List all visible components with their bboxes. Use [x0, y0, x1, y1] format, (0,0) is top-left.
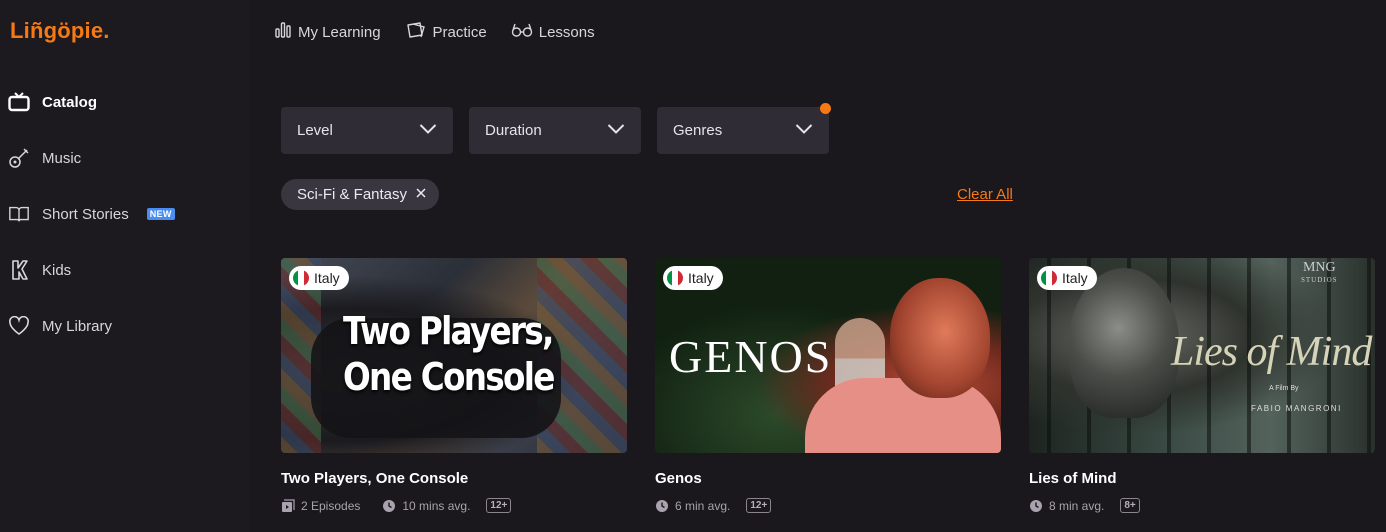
nav-practice[interactable]: Practice	[405, 20, 487, 44]
card-thumbnail[interactable]: GENOS Italy	[655, 258, 1001, 453]
sidebar: Liñgöpie. Catalog Music Short Stories NE…	[0, 0, 250, 532]
chevron-down-icon	[607, 122, 625, 139]
age-rating-badge: 12+	[746, 498, 772, 513]
nav-label: My Learning	[298, 23, 381, 41]
thumbnail-credit: A Film By	[1269, 385, 1299, 392]
duration: 8 min avg.	[1049, 498, 1105, 513]
country-badge: Italy	[663, 266, 723, 290]
italy-flag-icon	[293, 270, 309, 286]
tv-icon	[8, 91, 30, 113]
dropdown-label: Duration	[485, 122, 542, 139]
thumbnail-art	[1069, 268, 1179, 418]
nav-lessons[interactable]: Lessons	[511, 20, 595, 44]
italy-flag-icon	[667, 270, 683, 286]
card-thumbnail[interactable]: Two Players, One Console Italy	[281, 258, 627, 453]
country-label: Italy	[314, 270, 340, 286]
sidebar-item-label: Short Stories	[42, 205, 129, 223]
country-label: Italy	[688, 270, 714, 286]
card-meta: 8 min avg. 8+	[1029, 498, 1375, 513]
top-navigation: My Learning Practice Lessons	[274, 20, 595, 44]
sidebar-item-label: My Library	[42, 317, 113, 335]
close-icon[interactable]	[415, 186, 427, 203]
card-title[interactable]: Lies of Mind	[1029, 470, 1375, 487]
content-card[interactable]: Lies of Mind A Film By FABIO MANGRONI MN…	[1029, 258, 1375, 513]
glasses-icon	[511, 21, 533, 43]
sidebar-item-kids[interactable]: Kids	[8, 256, 71, 284]
content-card[interactable]: GENOS Italy Genos 6 min avg. 12+	[655, 258, 1001, 513]
active-filter-chip[interactable]: Sci-Fi & Fantasy	[281, 179, 440, 210]
age-rating-badge: 8+	[1120, 498, 1140, 513]
duration: 6 min avg.	[675, 498, 731, 513]
sidebar-item-catalog[interactable]: Catalog	[8, 88, 97, 116]
clock-icon	[382, 499, 396, 513]
level-dropdown[interactable]: Level	[281, 107, 453, 154]
content-card[interactable]: Two Players, One Console Italy Two Playe…	[281, 258, 627, 513]
thumbnail-director: FABIO MANGRONI	[1251, 404, 1342, 413]
sidebar-item-label: Catalog	[42, 93, 98, 111]
nav-label: Lessons	[538, 23, 595, 41]
guitar-icon	[8, 147, 30, 169]
genres-dropdown[interactable]: Genres	[657, 103, 831, 154]
thumbnail-art	[805, 378, 1001, 453]
new-badge: NEW	[146, 208, 175, 220]
sidebar-item-short-stories[interactable]: Short Stories NEW	[8, 200, 175, 228]
episodes-count: 2 Episodes	[301, 498, 361, 513]
episodes-icon	[281, 498, 295, 513]
thumbnail-title-art: Lies of Mind	[1171, 329, 1372, 375]
book-icon	[8, 203, 30, 225]
chip-label: Sci-Fi & Fantasy	[297, 186, 408, 203]
studio-logo: MNG STUDIOS	[1301, 260, 1338, 285]
nav-my-learning[interactable]: My Learning	[274, 20, 381, 44]
card-title[interactable]: Two Players, One Console	[281, 470, 627, 487]
clock-icon	[1029, 499, 1043, 513]
card-title[interactable]: Genos	[655, 470, 1001, 487]
chevron-down-icon	[419, 122, 437, 139]
brand-logo[interactable]: Liñgöpie.	[10, 18, 110, 44]
card-meta: 6 min avg. 12+	[655, 498, 1001, 513]
clear-all-link[interactable]: Clear All	[957, 186, 1013, 203]
card-meta: 2 Episodes 10 mins avg. 12+	[281, 498, 627, 513]
duration: 10 mins avg.	[402, 498, 471, 513]
sidebar-item-label: Kids	[42, 261, 72, 279]
thumbnail-title-art: Two Players, One Console	[343, 309, 555, 399]
thumbnail-title-art: GENOS	[669, 331, 833, 382]
card-thumbnail[interactable]: Lies of Mind A Film By FABIO MANGRONI MN…	[1029, 258, 1375, 453]
heart-icon	[8, 315, 30, 337]
chevron-down-icon	[795, 122, 813, 139]
italy-flag-icon	[1041, 270, 1057, 286]
dropdown-label: Genres	[673, 122, 723, 139]
country-badge: Italy	[1037, 266, 1097, 290]
nav-label: Practice	[432, 23, 487, 41]
sidebar-item-label: Music	[42, 149, 82, 167]
country-label: Italy	[1062, 270, 1088, 286]
dropdown-label: Level	[297, 122, 333, 139]
clock-icon	[655, 499, 669, 513]
duration-dropdown[interactable]: Duration	[469, 107, 641, 154]
age-rating-badge: 12+	[486, 498, 512, 513]
bar-chart-icon	[274, 21, 292, 43]
sidebar-item-my-library[interactable]: My Library	[8, 312, 112, 340]
sidebar-item-music[interactable]: Music	[8, 144, 81, 172]
cards-icon	[405, 21, 427, 43]
kids-icon	[8, 259, 30, 281]
active-filter-dot	[820, 103, 831, 114]
country-badge: Italy	[289, 266, 349, 290]
thumbnail-art	[890, 278, 990, 398]
